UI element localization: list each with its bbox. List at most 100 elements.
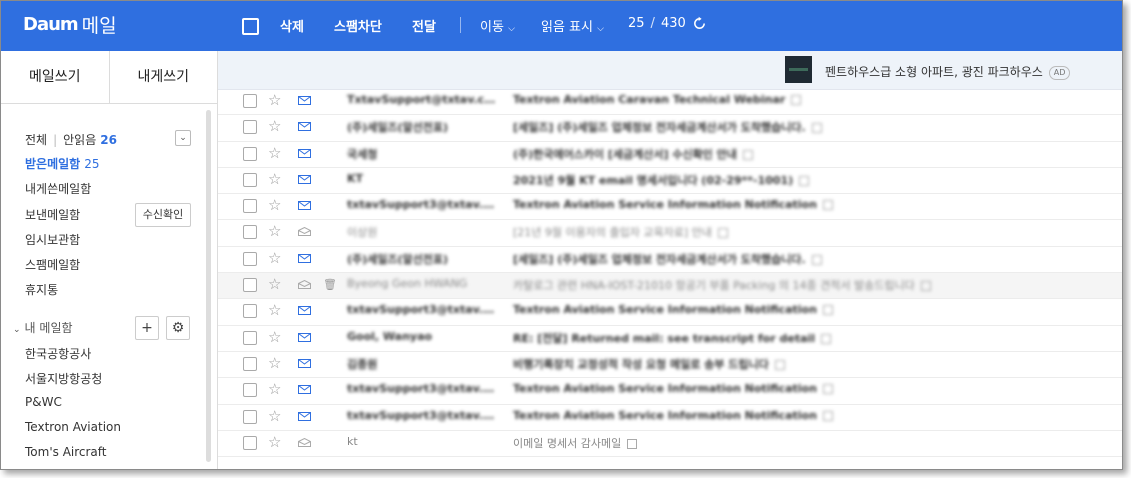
copy-icon[interactable]: [774, 359, 785, 370]
mail-subject[interactable]: Textron Aviation Service Information Not…: [513, 382, 833, 395]
daum-mail-logo[interactable]: Daum 메일: [23, 11, 117, 38]
mail-subject[interactable]: Textron Aviation Service Information Not…: [513, 409, 833, 422]
mail-checkbox[interactable]: [243, 278, 257, 293]
envelope-icon[interactable]: [298, 148, 311, 158]
star-icon[interactable]: ☆: [268, 302, 281, 318]
mail-sender[interactable]: txtavSupport3@txtav.c...: [347, 198, 497, 211]
mail-subject[interactable]: (주)한국에어스카이 [세금계산서] 수신확인 안내: [513, 146, 753, 162]
mail-subject[interactable]: Textron Aviation Service Information Not…: [513, 198, 833, 211]
add-folder-button[interactable]: +: [135, 316, 159, 340]
mark-read-dropdown[interactable]: 읽음 표시 ⌵: [541, 16, 604, 35]
sidebar-item-trash[interactable]: 휴지통: [25, 281, 58, 298]
mail-checkbox[interactable]: [243, 304, 257, 319]
mail-subject[interactable]: 카탈로그 관련 HNA-IOST-21010 항공기 부품 Packing 의 …: [513, 277, 931, 293]
mail-subject[interactable]: 이메일 명세서 감사메일: [513, 435, 638, 451]
star-icon[interactable]: ☆: [268, 408, 281, 424]
copy-icon[interactable]: [920, 281, 931, 292]
mail-checkbox[interactable]: [243, 356, 257, 371]
mail-row[interactable]: ☆ 국세청 (주)한국에어스카이 [세금계산서] 수신확인 안내: [218, 142, 1122, 168]
star-icon[interactable]: ☆: [268, 197, 281, 213]
star-icon[interactable]: ☆: [268, 145, 281, 161]
mail-row[interactable]: ☆ txtavSupport3@txtav.c... Textron Aviatio…: [218, 378, 1122, 405]
mail-row[interactable]: ☆ 🗑 Byeong Geon HWANG 카탈로그 관련 HNA-IOST-2101…: [218, 273, 1122, 300]
mail-row[interactable]: ☆ Gool, Wanyao RE: [전달] Returned mail: see…: [218, 326, 1122, 352]
copy-icon[interactable]: [822, 410, 833, 421]
sidebar-item-folder[interactable]: 서울지방항공청: [25, 370, 102, 387]
compose-self-button[interactable]: 내게쓰기: [110, 51, 218, 103]
mail-row[interactable]: ☆ (주)세일즈(알선전표) [세일즈] (주)세일즈 업체정보 전자세금계산서가 …: [218, 115, 1122, 142]
envelope-open-icon[interactable]: [298, 227, 311, 237]
mail-subject[interactable]: [세일즈] (주)세일즈 업체정보 전자세금계산서가 도착했습니다.: [513, 251, 822, 267]
envelope-icon[interactable]: [298, 332, 311, 342]
star-icon[interactable]: ☆: [268, 276, 281, 292]
forward-button[interactable]: 전달: [412, 16, 436, 35]
mail-sender[interactable]: Gool, Wanyao: [347, 330, 497, 343]
mail-checkbox[interactable]: [243, 94, 257, 108]
copy-icon[interactable]: [822, 305, 833, 316]
star-icon[interactable]: ☆: [268, 171, 281, 187]
envelope-icon[interactable]: [298, 358, 311, 368]
copy-icon[interactable]: [799, 175, 810, 186]
mail-row[interactable]: ☆ 이상원 [21년 9월 이용자의 출입자 교육자료] 안내: [218, 220, 1122, 247]
mail-checkbox[interactable]: [243, 435, 257, 450]
my-mailbox-header[interactable]: ⌄ 내 메일함: [13, 319, 73, 336]
envelope-open-icon[interactable]: [298, 437, 311, 447]
mail-subject[interactable]: 비행기록장치 교정성적 작성 요청 메일로 송부 드립니다: [513, 356, 785, 372]
mail-checkbox[interactable]: [243, 225, 257, 240]
mail-checkbox[interactable]: [243, 172, 257, 187]
envelope-icon[interactable]: [298, 201, 311, 211]
copy-icon[interactable]: [822, 200, 833, 211]
mail-sender[interactable]: txtavSupport3@txtav.c...: [347, 409, 497, 422]
envelope-icon[interactable]: [298, 306, 311, 316]
mail-subject[interactable]: [세일즈] (주)세일즈 업체정보 전자세금계산서가 도착했습니다.: [513, 119, 822, 135]
mail-checkbox[interactable]: [243, 383, 257, 398]
mail-subject[interactable]: Textron Aviation Caravan Technical Webin…: [513, 93, 802, 106]
copy-icon[interactable]: [811, 254, 822, 265]
mail-row[interactable]: ☆ txtavSupport3@txtav.c... Textron Aviatio…: [218, 405, 1122, 431]
sidebar-item-folder[interactable]: P&WC: [25, 395, 62, 409]
mail-sender[interactable]: (주)세일즈(알선전표): [347, 119, 497, 135]
mail-checkbox[interactable]: [243, 199, 257, 214]
mail-row[interactable]: ☆ kt 이메일 명세서 감사메일: [218, 431, 1122, 458]
envelope-icon[interactable]: [298, 122, 311, 132]
read-receipt-button[interactable]: 수신확인: [135, 203, 191, 227]
envelope-icon[interactable]: [298, 96, 311, 105]
refresh-icon[interactable]: [691, 15, 708, 32]
star-icon[interactable]: ☆: [268, 92, 281, 108]
envelope-icon[interactable]: [298, 174, 311, 184]
star-icon[interactable]: ☆: [268, 118, 281, 134]
ad-banner[interactable]: 펜트하우스급 소형 아파트, 광진 파크하우스 AD: [218, 51, 1122, 90]
folder-settings-button[interactable]: ⚙: [166, 316, 190, 340]
move-dropdown[interactable]: 이동 ⌵: [480, 16, 515, 35]
mail-subject[interactable]: RE: [전달] Returned mail: see transcript f…: [513, 330, 832, 346]
mail-subject[interactable]: Textron Aviation Service Information Not…: [513, 303, 833, 316]
star-icon[interactable]: ☆: [268, 434, 281, 450]
envelope-open-icon[interactable]: [298, 280, 311, 290]
mail-sender[interactable]: 이상원: [347, 224, 497, 240]
envelope-icon[interactable]: [298, 411, 311, 421]
mail-sender[interactable]: txtavSupport3@txtav.c...: [347, 303, 497, 316]
copy-icon[interactable]: [821, 333, 832, 344]
star-icon[interactable]: ☆: [268, 329, 281, 345]
envelope-icon[interactable]: [298, 385, 311, 395]
mail-sender[interactable]: (주)세일즈(알선전표): [347, 251, 497, 267]
mail-row[interactable]: ☆ txtavSupport3@txtav.c... Textron Aviatio…: [218, 299, 1122, 326]
sidebar-scrollbar[interactable]: [206, 110, 211, 462]
mail-checkbox[interactable]: [243, 330, 257, 345]
mail-checkbox[interactable]: [243, 409, 257, 424]
mail-row[interactable]: ☆ TxtavSupport@txtav.com Textron Aviation …: [218, 89, 1122, 116]
spam-block-button[interactable]: 스팸차단: [334, 16, 382, 35]
mail-checkbox[interactable]: [243, 120, 257, 135]
filter-all[interactable]: 전체: [25, 133, 47, 147]
select-all-checkbox[interactable]: [242, 18, 259, 35]
star-icon[interactable]: ☆: [268, 381, 281, 397]
star-icon[interactable]: ☆: [268, 355, 281, 371]
mail-subject[interactable]: [21년 9월 이용자의 출입자 교육자료] 안내: [513, 224, 728, 240]
sidebar-item-drafts[interactable]: 임시보관함: [25, 231, 80, 248]
mail-checkbox[interactable]: [243, 146, 257, 161]
compose-button[interactable]: 메일쓰기: [1, 51, 109, 103]
mail-sender[interactable]: 국세청: [347, 146, 497, 162]
sidebar-item-spam[interactable]: 스팸메일함: [25, 256, 80, 273]
sidebar-item-self-mail[interactable]: 내게쓴메일함: [25, 180, 91, 197]
mail-sender[interactable]: Byeong Geon HWANG: [347, 277, 497, 290]
